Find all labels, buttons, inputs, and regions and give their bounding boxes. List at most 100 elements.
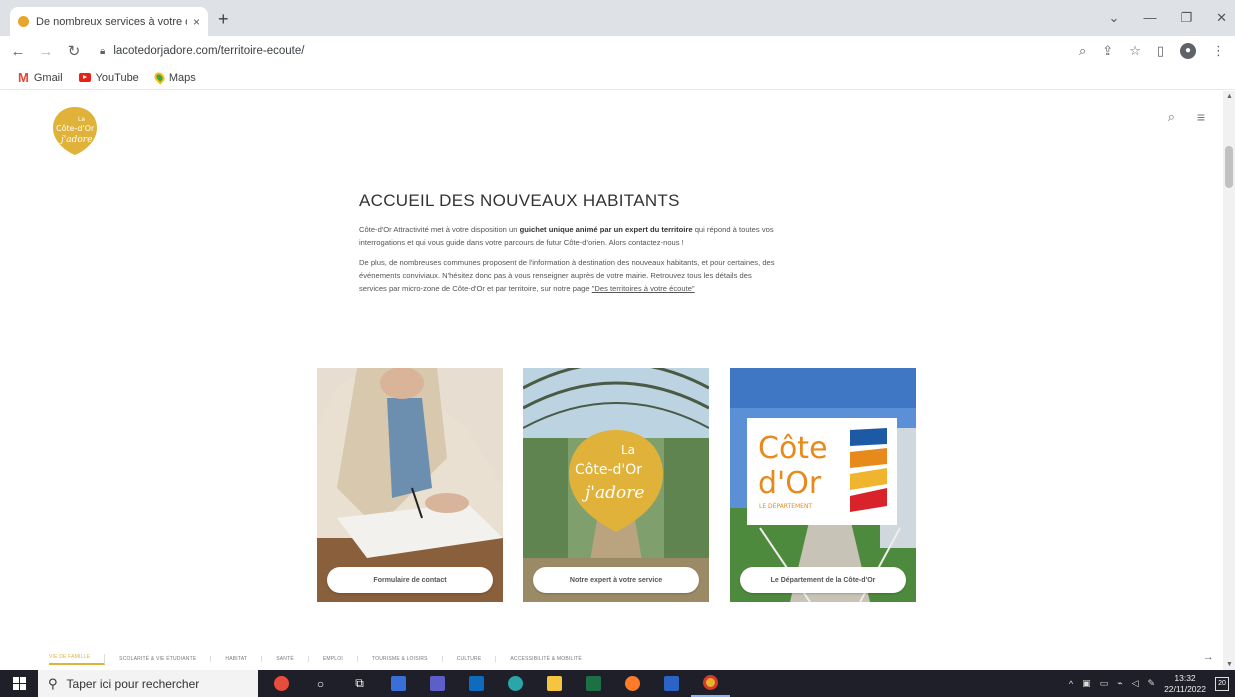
scroll-up-icon[interactable]: ▲ — [1226, 93, 1233, 100]
toolbar-actions: ⌕ ⇪ ☆ ▯ ● ⋮ — [1079, 43, 1225, 59]
restore-icon[interactable]: ❐ — [1180, 10, 1192, 26]
windows-taskbar: ⚲ Taper ici pour rechercher ○ ⧉ ^ ▣ ▭ ⌁ … — [0, 670, 1235, 697]
profile-avatar-icon[interactable]: ● — [1180, 43, 1196, 59]
task-view-icon[interactable]: ⧉ — [340, 670, 379, 697]
service-cards: Formulaire de contact La Côte-d'Or j'ado… — [317, 368, 916, 602]
category-tab-4[interactable]: SANTÉ — [262, 656, 309, 662]
outlook-icon[interactable] — [457, 670, 496, 697]
bookmarks-bar: M Gmail YouTube Maps — [0, 66, 1235, 90]
close-window-icon[interactable]: ✕ — [1216, 10, 1227, 26]
tab-title: De nombreux services à votre or — [36, 15, 187, 28]
browser-toolbar: ← → ↻ 🔒︎ lacotedorjadore.com/territoire-… — [0, 36, 1235, 66]
bookmark-gmail[interactable]: M Gmail — [18, 70, 63, 85]
browser-tab[interactable]: De nombreux services à votre or × — [10, 7, 208, 36]
card-logo-jadore: j'adore — [581, 483, 644, 503]
app-icon-1[interactable] — [379, 670, 418, 697]
intro-paragraph-1: Côte-d'Or Attractivité met à votre dispo… — [359, 225, 774, 247]
category-tab-6[interactable]: TOURISME & LOISIRS — [358, 656, 443, 662]
teams-icon[interactable] — [418, 670, 457, 697]
logo-text-la: La — [78, 116, 85, 123]
intro-section: ACCUEIL DES NOUVEAUX HABITANTS Côte-d'Or… — [359, 191, 779, 302]
bookmark-youtube[interactable]: YouTube — [78, 72, 139, 84]
taskbar-apps: ○ ⧉ — [262, 670, 730, 697]
card-logo-cote: Côte-d'Or — [575, 462, 642, 478]
cortana-icon[interactable]: ○ — [301, 670, 340, 697]
edge-icon[interactable] — [496, 670, 535, 697]
category-nav: VIE DE FAMILLE SCOLARITÉ & VIE ÉTUDIANTE… — [49, 649, 1214, 669]
page-title: ACCUEIL DES NOUVEAUX HABITANTS — [359, 191, 680, 210]
category-next-arrow-icon[interactable]: → — [1203, 651, 1214, 663]
chrome-icon[interactable] — [691, 670, 730, 697]
card-logo-la: La — [621, 443, 635, 457]
address-bar[interactable]: lacotedorjadore.com/territoire-ecoute/ — [113, 45, 304, 57]
browser-tab-bar: De nombreux services à votre or × + ⌄ — … — [0, 0, 1235, 36]
close-tab-icon[interactable]: × — [193, 15, 200, 29]
bookmark-star-icon[interactable]: ☆ — [1129, 43, 1141, 59]
gmail-icon: M — [18, 70, 29, 85]
word-icon[interactable] — [652, 670, 691, 697]
tray-chevron-icon[interactable]: ^ — [1069, 679, 1073, 689]
web-page: La Côte-d'Or j'adore ⌕ ≡ ACCUEIL DES NOU… — [0, 91, 1223, 670]
dept-logo-cote: Côte — [758, 431, 828, 466]
tab-search-icon[interactable]: ⌄ — [1109, 10, 1120, 26]
site-search-icon[interactable]: ⌕ — [1168, 109, 1175, 125]
category-tab-3[interactable]: HABITAT — [211, 656, 263, 662]
departement-card[interactable]: Côte d'Or LE DÉPARTEMENT Le Département … — [730, 368, 916, 602]
more-menu-icon[interactable]: ⋮ — [1212, 43, 1225, 59]
category-tab-1[interactable]: VIE DE FAMILLE — [49, 653, 106, 665]
territoires-link[interactable]: "Des territoires à votre écoute" — [592, 284, 695, 293]
new-tab-button[interactable]: + — [218, 10, 229, 28]
start-button[interactable] — [0, 670, 38, 697]
dept-logo-dor: d'Or — [758, 466, 822, 501]
contact-card[interactable]: Formulaire de contact — [317, 368, 503, 602]
back-icon[interactable]: ← — [8, 43, 28, 60]
volume-icon[interactable]: ◁ — [1132, 678, 1139, 689]
widget-icon[interactable] — [262, 670, 301, 697]
category-tab-5[interactable]: EMPLOI — [309, 656, 358, 662]
scroll-down-icon[interactable]: ▼ — [1226, 661, 1233, 668]
page-scrollbar[interactable]: ▲ ▼ — [1223, 91, 1235, 670]
search-icon: ⚲ — [48, 675, 58, 691]
category-tab-8[interactable]: ACCESSIBILITÉ & MOBILITÉ — [496, 656, 596, 662]
scrollbar-thumb[interactable] — [1225, 146, 1233, 188]
dept-logo-sub: LE DÉPARTEMENT — [759, 502, 812, 510]
intro-paragraph-2: De plus, de nombreuses communes proposen… — [359, 258, 775, 293]
logo-text-cote: Côte-d'Or — [56, 123, 95, 133]
minimize-icon[interactable]: — — [1143, 10, 1156, 26]
hamburger-menu-icon[interactable]: ≡ — [1197, 109, 1205, 125]
firefox-icon[interactable] — [613, 670, 652, 697]
tray-app-icon[interactable]: ▣ — [1082, 678, 1091, 689]
contact-form-button[interactable]: Formulaire de contact — [327, 567, 493, 593]
guichet-unique-highlight: guichet unique animé par un expert du te… — [519, 225, 693, 234]
clock-date: 22/11/2022 — [1164, 683, 1206, 694]
pen-icon[interactable]: ✎ — [1148, 678, 1156, 689]
expert-card[interactable]: La Côte-d'Or j'adore Notre expert à votr… — [523, 368, 709, 602]
site-favicon-icon — [18, 16, 29, 27]
departement-button[interactable]: Le Département de la Côte-d'Or — [740, 567, 906, 593]
file-explorer-icon[interactable] — [535, 670, 574, 697]
zoom-icon[interactable]: ⌕ — [1079, 43, 1086, 59]
share-icon[interactable]: ⇪ — [1102, 43, 1113, 59]
side-panel-icon[interactable]: ▯ — [1157, 43, 1164, 59]
battery-icon[interactable]: ▭ — [1100, 678, 1109, 689]
category-tab-7[interactable]: CULTURE — [443, 656, 497, 662]
windows-logo-icon — [12, 677, 26, 690]
bookmark-maps[interactable]: Maps — [152, 70, 196, 85]
maps-icon — [152, 70, 167, 85]
lock-icon[interactable]: 🔒︎ — [100, 46, 105, 57]
forward-icon[interactable]: → — [36, 43, 56, 60]
site-logo[interactable]: La Côte-d'Or j'adore — [51, 105, 99, 157]
notification-icon[interactable]: 20 — [1215, 676, 1229, 691]
network-icon[interactable]: ⌁ — [1117, 678, 1122, 689]
reload-icon[interactable]: ↻ — [64, 42, 84, 60]
youtube-icon — [78, 73, 91, 82]
window-controls: ⌄ — ❐ ✕ — [1109, 10, 1227, 26]
clock-time: 13:32 — [1174, 672, 1196, 683]
excel-icon[interactable] — [574, 670, 613, 697]
expert-service-button[interactable]: Notre expert à votre service — [533, 567, 699, 593]
taskbar-search-placeholder: Taper ici pour rechercher — [66, 676, 200, 691]
logo-text-jadore: j'adore — [59, 135, 92, 145]
category-tab-2[interactable]: SCOLARITÉ & VIE ÉTUDIANTE — [105, 656, 212, 662]
clock[interactable]: 13:32 22/11/2022 — [1164, 673, 1206, 695]
taskbar-search-box[interactable]: ⚲ Taper ici pour rechercher — [38, 670, 258, 697]
